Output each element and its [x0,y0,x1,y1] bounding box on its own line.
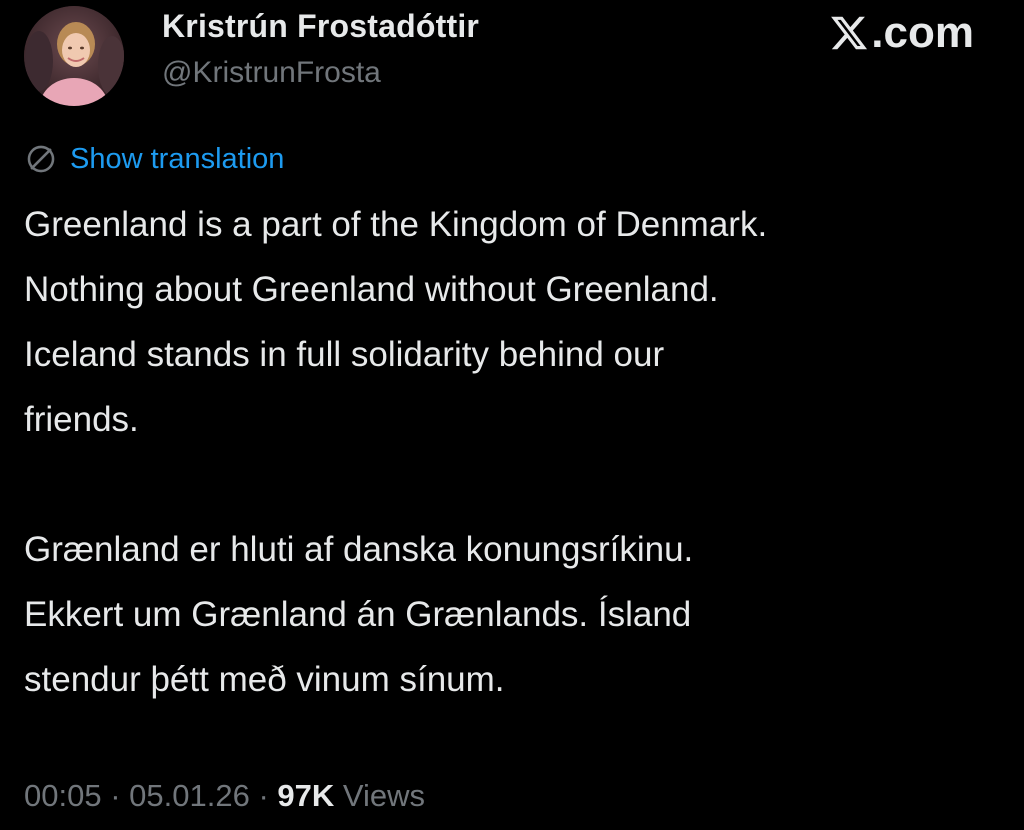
views-count[interactable]: 97K [277,778,334,813]
post-header: Kristrún Frostadóttir @KristrunFrosta .c… [24,6,1000,110]
show-translation-label[interactable]: Show translation [70,143,284,176]
post-line: stendur þétt með vinum sínum. [24,660,505,699]
post-line: Iceland stands in full solidarity behind… [24,335,665,374]
author-handle[interactable]: @KristrunFrosta [162,56,381,90]
post-line: Nothing about Greenland without Greenlan… [24,270,719,309]
post-time[interactable]: 00:05 [24,778,102,813]
post-line: friends. [24,400,139,439]
meta-separator: · [110,778,121,813]
globe-icon [24,142,58,176]
post-meta: 00:05 · 05.01.26 · 97K Views [24,778,425,814]
views-label[interactable]: Views [343,778,425,813]
watermark-domain: .com [871,8,974,57]
profile-photo-image [24,6,124,106]
show-translation-link[interactable]: Show translation [24,142,284,176]
author-display-name[interactable]: Kristrún Frostadóttir [162,8,479,45]
post-text: Greenland is a part of the Kingdom of De… [24,192,984,712]
post-date[interactable]: 05.01.26 [129,778,250,813]
post-line: Grænland er hluti af danska konungsríkin… [24,530,694,569]
meta-separator: · [258,778,269,813]
avatar[interactable] [24,6,124,106]
x-logo-icon [829,13,869,53]
x-com-watermark: .com [829,8,974,58]
post-line: Greenland is a part of the Kingdom of De… [24,205,768,244]
post-line: Ekkert um Grænland án Grænlands. Ísland [24,595,692,634]
